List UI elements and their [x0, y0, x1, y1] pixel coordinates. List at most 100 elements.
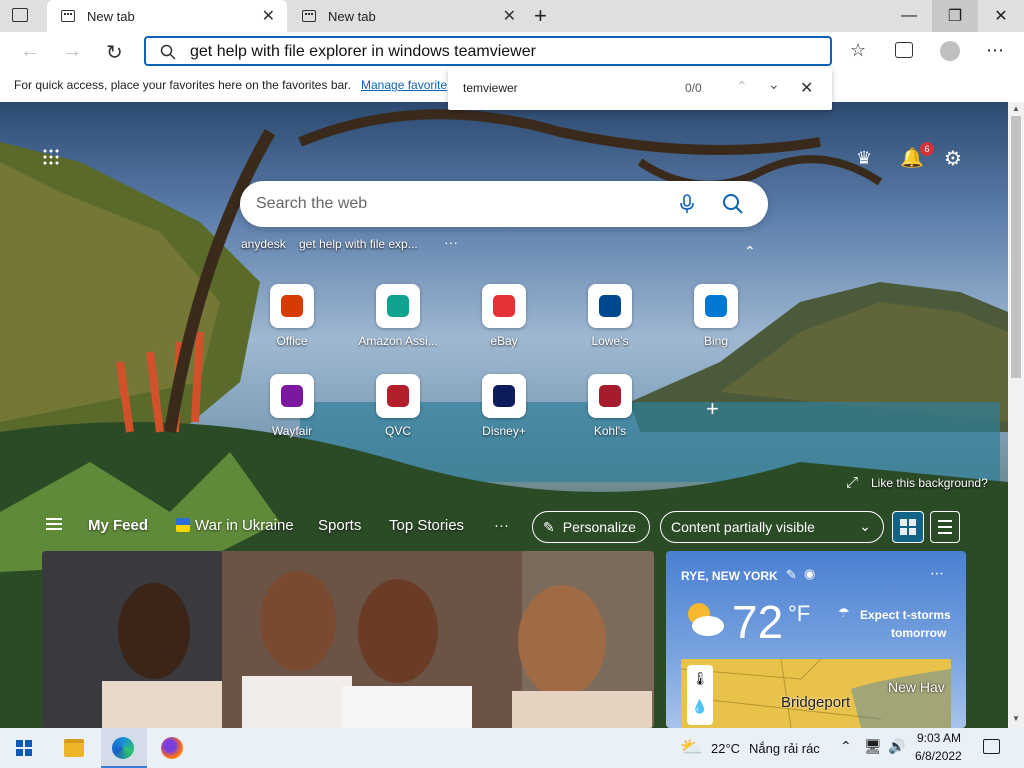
tab-actions-icon[interactable]	[12, 8, 28, 22]
qvc-icon	[387, 385, 409, 407]
new-tab-icon	[302, 10, 316, 22]
personalize-button[interactable]: ✎ Personalize	[532, 511, 650, 543]
scrollbar[interactable]: ▲ ▼	[1008, 102, 1024, 728]
settings-gear-icon[interactable]: ⚙	[944, 146, 962, 171]
microphone-icon[interactable]	[680, 194, 694, 214]
find-input[interactable]: temviewer	[463, 81, 518, 95]
temperature-layer-icon[interactable]: 🌡 💧	[687, 665, 713, 725]
weather-card[interactable]: RYE, NEW YORK ✎ ◉ ⋯ 72 °F ☂ Expect t-sto…	[666, 551, 966, 728]
quick-link-tile[interactable]	[376, 284, 420, 328]
quick-link-tile[interactable]	[588, 284, 632, 328]
quick-link-tile[interactable]	[694, 284, 738, 328]
search-suggestion[interactable]: get help with file exp...	[299, 237, 418, 251]
weather-map[interactable]: Bridgeport New Hav 🌡 💧	[681, 659, 951, 728]
quick-link-tile[interactable]	[270, 374, 314, 418]
feed-tab-my-feed[interactable]: My Feed	[88, 517, 148, 534]
quick-link-tile[interactable]	[376, 374, 420, 418]
add-quick-link-icon[interactable]: +	[706, 396, 719, 422]
weather-forecast-line1: Expect t-storms	[860, 608, 951, 622]
feed-tab-sports[interactable]: Sports	[318, 517, 361, 534]
clock-time[interactable]: 9:03 AM	[917, 731, 961, 745]
tab-new-tab-2[interactable]: New tab ✕	[288, 0, 528, 32]
find-count: 0/0	[685, 81, 702, 95]
clock-date[interactable]: 6/8/2022	[915, 749, 962, 763]
personalize-label: Personalize	[562, 519, 636, 535]
list-icon	[938, 520, 952, 534]
close-tab-icon[interactable]: ✕	[503, 6, 516, 26]
more-options-icon[interactable]: ⋯	[986, 40, 1004, 61]
quick-link-tile[interactable]	[588, 374, 632, 418]
scroll-up-arrow-icon[interactable]: ▲	[1012, 104, 1020, 113]
feed-menu-icon[interactable]	[46, 518, 62, 530]
quick-link-label: QVC	[384, 424, 411, 438]
volume-icon[interactable]: 🔊	[888, 738, 905, 755]
rewards-icon[interactable]: ♛	[856, 148, 872, 169]
feed-more-icon[interactable]: ···	[494, 517, 509, 534]
tray-chevron-icon[interactable]: ⌃	[840, 738, 852, 755]
close-tab-icon[interactable]: ✕	[262, 6, 275, 26]
weather-widget-icon[interactable]: ⛅	[680, 737, 702, 758]
minimize-button[interactable]: —	[886, 0, 932, 32]
edge-taskbar-button[interactable]	[101, 728, 147, 768]
edit-location-icon[interactable]: ✎	[786, 567, 797, 583]
feed-tab-top-stories[interactable]: Top Stories	[389, 517, 464, 534]
forward-icon[interactable]: →	[62, 40, 82, 63]
quick-link-tile[interactable]	[482, 284, 526, 328]
tab-new-tab-1[interactable]: New tab ✕	[47, 0, 287, 32]
ukraine-flag-icon	[176, 518, 190, 532]
tab-label: New tab	[328, 8, 376, 24]
file-explorer-icon[interactable]	[64, 739, 84, 757]
news-card-image[interactable]	[42, 551, 654, 728]
scroll-down-arrow-icon[interactable]: ▼	[1012, 714, 1020, 723]
list-layout-button[interactable]	[930, 511, 960, 543]
favorites-bar-hint: For quick access, place your favorites h…	[14, 78, 351, 92]
manage-favorites-link[interactable]: Manage favorites now	[361, 78, 447, 92]
grid-layout-button[interactable]	[892, 511, 924, 543]
apps-grid-icon[interactable]	[42, 148, 60, 166]
network-icon[interactable]: 🖥	[864, 738, 882, 755]
notifications-center-icon[interactable]	[983, 739, 1000, 754]
disney-icon	[493, 385, 515, 407]
weather-more-icon[interactable]: ⋯	[930, 565, 944, 582]
quick-link-tile[interactable]	[270, 284, 314, 328]
favorites-star-icon[interactable]: ☆	[850, 40, 866, 61]
quick-link-tile[interactable]	[482, 374, 526, 418]
weather-forecast-line2: tomorrow	[891, 626, 947, 640]
location-pin-icon[interactable]: ◉	[804, 566, 815, 582]
profile-avatar[interactable]	[940, 41, 960, 61]
like-background-link[interactable]: Like this background?	[871, 476, 988, 490]
content-visibility-select[interactable]: Content partially visible ⌄	[660, 511, 884, 543]
web-search-box[interactable]: Search the web	[240, 181, 768, 227]
windows-start-icon[interactable]	[16, 740, 32, 756]
expand-icon[interactable]: ⤢	[846, 474, 858, 491]
taskbar-temperature[interactable]: 22°C	[711, 741, 740, 756]
taskbar: ⛅ 22°C Nắng rải rác ⌃ 🖥 🔊 9:03 AM 6/8/20…	[0, 728, 1024, 768]
taskbar-weather-text[interactable]: Nắng rải rác	[749, 741, 820, 756]
refresh-icon[interactable]: ↻	[106, 40, 123, 65]
address-input[interactable]: get help with file explorer in windows t…	[190, 43, 536, 61]
firefox-icon[interactable]	[161, 737, 183, 759]
search-input[interactable]: Search the web	[256, 195, 367, 213]
scrollbar-thumb[interactable]	[1011, 116, 1021, 378]
more-suggestions-icon[interactable]: ···	[444, 234, 458, 250]
close-window-button[interactable]: ✕	[978, 0, 1024, 32]
search-icon[interactable]	[722, 193, 744, 215]
address-bar[interactable]: get help with file explorer in windows t…	[144, 36, 832, 66]
weather-unit: °F	[788, 601, 811, 626]
restore-button[interactable]: ❐	[932, 0, 978, 32]
quick-link-label: eBay	[490, 334, 518, 348]
collections-icon[interactable]	[895, 42, 913, 58]
find-next-icon[interactable]: ⌄	[768, 76, 780, 93]
new-tab-button[interactable]: +	[534, 3, 547, 29]
feed-tab-war-in-ukraine[interactable]: War in Ukraine	[195, 517, 294, 534]
search-suggestion[interactable]: anydesk	[241, 237, 286, 251]
back-icon[interactable]: ←	[20, 40, 40, 63]
quick-link-label: Bing	[703, 334, 729, 348]
find-previous-icon[interactable]: ⌃	[736, 78, 748, 95]
quick-link-label: Wayfair	[271, 424, 313, 438]
find-close-icon[interactable]: ✕	[800, 78, 813, 98]
grid-icon	[900, 519, 916, 535]
wayfair-icon	[281, 385, 303, 407]
collapse-chevron-icon[interactable]: ⌃	[744, 243, 756, 260]
tab-label: New tab	[87, 8, 135, 24]
